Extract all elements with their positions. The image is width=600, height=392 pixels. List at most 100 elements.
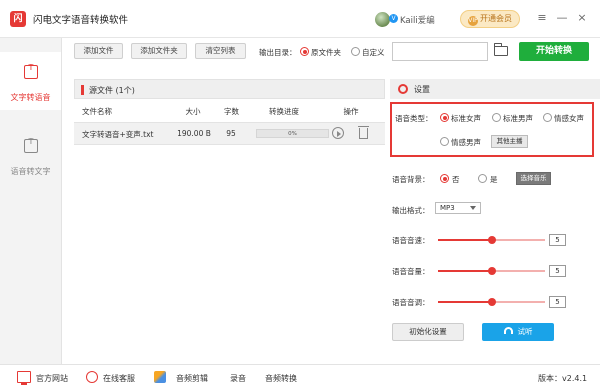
other-anchor-button[interactable]: 其他主播 (491, 135, 528, 148)
voice-option-label: 标准男声 (503, 114, 533, 123)
voice-standard-male-radio[interactable] (492, 113, 501, 122)
file-panel: 源文件 (1个) 文件名称 大小 字数 转换进度 操作 文字转语音+变声.txt… (74, 79, 385, 364)
output-source-folder-radio[interactable] (300, 47, 309, 56)
app-window: 闪 闪电文字语音转换软件 V Kaili爱编 VIP开通会员 ≡ — × 文字转… (0, 0, 600, 392)
choose-music-button[interactable]: 选择音乐 (516, 172, 551, 185)
volume-value-box[interactable]: 5 (549, 265, 566, 277)
folder-icon[interactable] (493, 43, 508, 56)
file-panel-title: 源文件 (1个) (89, 86, 135, 95)
vip-icon: VIP (468, 16, 478, 26)
close-icon[interactable]: × (575, 11, 589, 25)
audio-convert-link[interactable]: 音频转换 (265, 373, 297, 384)
header-accent-bar (81, 85, 84, 95)
trash-icon[interactable] (358, 126, 369, 139)
app-logo-icon: 闪 (10, 11, 26, 27)
vip-button[interactable]: VIP 开通会员 (460, 10, 520, 28)
column-header: 大小 (185, 107, 201, 116)
clear-list-button[interactable]: 清空列表 (195, 43, 246, 59)
voice-option-label: 情感女声 (554, 114, 584, 123)
output-custom-radio[interactable] (351, 47, 360, 56)
record-link[interactable]: 录音 (230, 373, 246, 384)
format-value: MP3 (440, 204, 455, 212)
format-label: 输出格式： (392, 206, 430, 215)
column-header: 转换进度 (269, 107, 299, 116)
pitch-label: 语音音调： (392, 298, 430, 307)
sidebar-item-label: 文字转语音 (10, 93, 51, 102)
audio-edit-icon (154, 371, 166, 383)
listen-label: 试听 (517, 327, 533, 336)
sidebar-item-text-to-speech[interactable]: 文字转语音 (0, 52, 61, 110)
title-bar: 闪 闪电文字语音转换软件 V Kaili爱编 VIP 开通会员 ≡ — × (0, 0, 600, 38)
slider-knob[interactable] (487, 267, 496, 275)
column-header: 文件名称 (82, 107, 112, 116)
voice-emotional-female-radio[interactable] (543, 113, 552, 122)
sidebar-item-label: 语音转文字 (10, 167, 51, 176)
column-header: 操作 (343, 107, 359, 116)
word-count: 95 (226, 129, 236, 138)
voice-option-label: 情感男声 (451, 138, 481, 147)
slider-fill (438, 239, 492, 241)
slider-fill (438, 301, 492, 303)
speed-value-box[interactable]: 5 (549, 234, 566, 246)
voice-standard-female-radio[interactable] (440, 113, 449, 122)
audio-edit-link[interactable]: 音频剪辑 (176, 373, 208, 384)
add-folder-button[interactable]: 添加文件夹 (131, 43, 187, 59)
file-name: 文字转语音+变声.txt (82, 130, 154, 139)
service-link[interactable]: 在线客服 (103, 373, 135, 384)
avatar[interactable] (375, 12, 390, 27)
menu-icon[interactable]: ≡ (535, 11, 549, 25)
volume-label: 语音音量： (392, 267, 430, 276)
column-header: 字数 (224, 107, 239, 116)
pitch-slider[interactable] (438, 298, 545, 306)
gear-icon (398, 84, 408, 94)
pitch-value-box[interactable]: 5 (549, 296, 566, 308)
bg-yes-radio[interactable] (478, 174, 487, 183)
voice-emotional-male-radio[interactable] (440, 137, 449, 146)
speed-label: 语音音速： (392, 236, 430, 245)
website-link[interactable]: 官方网站 (36, 373, 68, 384)
bg-option-label: 是 (490, 175, 498, 184)
table-row[interactable]: 文字转语音+变声.txt 190.00 B 95 0% (74, 123, 385, 145)
service-icon (86, 371, 98, 383)
version-label: 版本：v2.4.1 (538, 374, 588, 383)
settings-header: 设置 (390, 79, 600, 99)
footer: 官方网站 在线客服 音频剪辑 录音 音频转换 版本：v2.4.1 (0, 364, 600, 392)
monitor-icon (17, 371, 31, 385)
slider-knob[interactable] (487, 298, 496, 306)
chevron-down-icon (470, 206, 476, 210)
app-title: 闪电文字语音转换软件 (33, 15, 129, 26)
init-settings-button[interactable]: 初始化设置 (392, 323, 464, 341)
file-panel-header: 源文件 (1个) (74, 79, 385, 99)
bg-option-label: 否 (452, 175, 460, 184)
output-option-label: 自定义 (362, 48, 385, 57)
play-icon[interactable] (332, 127, 344, 139)
bg-no-radio[interactable] (440, 174, 449, 183)
slider-knob[interactable] (487, 236, 496, 244)
bg-label: 语音背景： (392, 175, 430, 184)
headphones-icon (503, 327, 513, 334)
voice-type-label: 语音类型： (395, 114, 433, 123)
output-dir-label: 输出目录： (259, 48, 297, 57)
voice-option-label: 标准女声 (451, 114, 481, 123)
format-select[interactable]: MP3 (435, 202, 481, 214)
progress-bar: 0% (256, 129, 329, 138)
minimize-icon[interactable]: — (555, 11, 569, 25)
listen-button[interactable]: 试听 (482, 323, 554, 341)
settings-title: 设置 (414, 85, 430, 94)
sidebar-item-speech-to-text[interactable]: 语音转文字 (0, 126, 61, 184)
user-name[interactable]: Kaili爱编 (400, 14, 435, 26)
volume-slider[interactable] (438, 267, 545, 275)
file-size: 190.00 B (177, 129, 211, 138)
text-to-speech-icon (24, 63, 38, 79)
output-path-input[interactable] (392, 42, 488, 61)
voice-type-box (390, 102, 594, 157)
speed-slider[interactable] (438, 236, 545, 244)
vip-label: 开通会员 (480, 14, 512, 23)
output-option-label: 原文件夹 (311, 48, 341, 57)
slider-fill (438, 270, 492, 272)
verified-badge-icon: V (389, 14, 398, 23)
add-file-button[interactable]: 添加文件 (74, 43, 123, 59)
start-convert-button[interactable]: 开始转换 (519, 42, 589, 61)
sidebar: 文字转语音 语音转文字 (0, 38, 62, 364)
speech-to-text-icon (24, 137, 38, 153)
